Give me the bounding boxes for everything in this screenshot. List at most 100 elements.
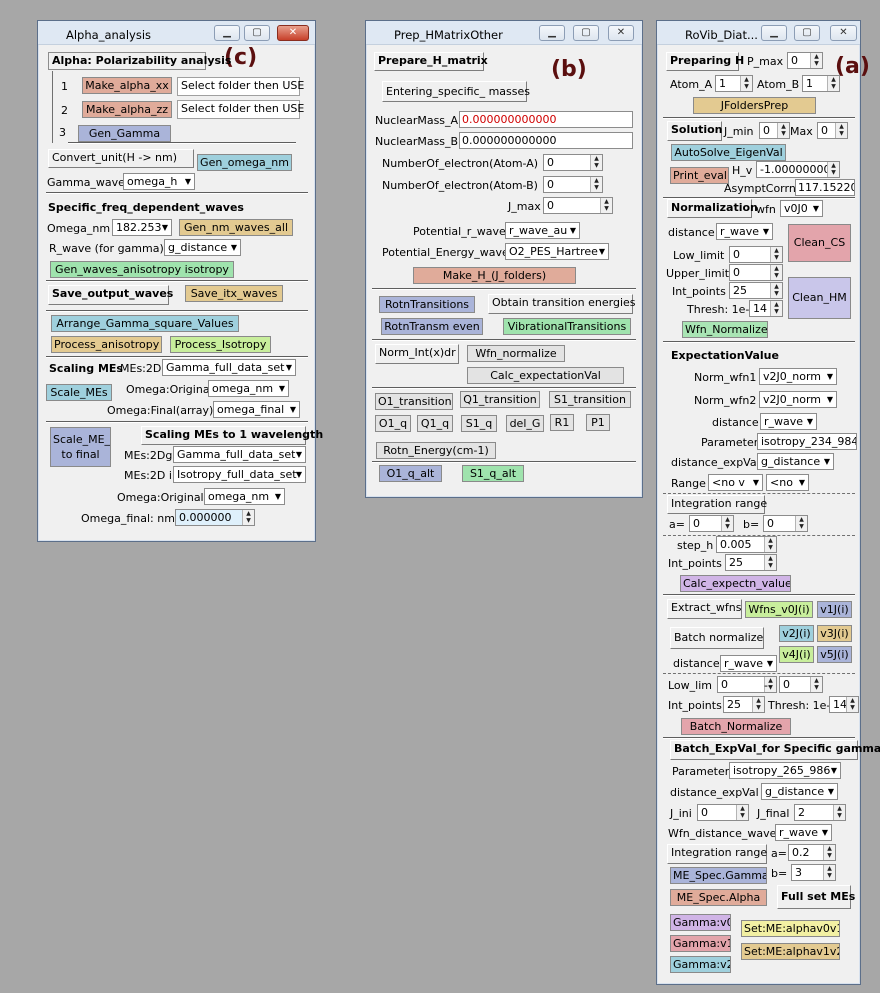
gamma-wave-select[interactable]: omega_h ▼	[123, 173, 195, 190]
spinner-arrows-icon[interactable]: ▲ ▼	[764, 537, 776, 552]
jfinal-input[interactable]: 2 ▲ ▼	[794, 804, 846, 821]
range-select-2[interactable]: <no ▼	[766, 474, 809, 491]
spinner-arrows-icon[interactable]: ▲ ▼	[770, 283, 782, 298]
process-isotropy-button[interactable]: Process_Isotropy	[170, 336, 271, 353]
spinner-arrows-icon[interactable]: ▲ ▼	[835, 123, 847, 138]
make-alpha-xx-button[interactable]: Make_alpha_xx	[82, 77, 172, 94]
omega-final-nm-input[interactable]: 0.000000 ▲ ▼	[175, 509, 255, 526]
maximize-icon[interactable]: ▢	[244, 25, 270, 41]
low-limit-input[interactable]: 0 ▲ ▼	[729, 246, 783, 263]
title-bar[interactable]: Alpha_analysis ▁ ▢ ✕	[38, 21, 315, 45]
step-h-input[interactable]: 0.005 ▲ ▼	[716, 536, 777, 553]
spinner-arrows-icon[interactable]: ▲ ▼	[721, 516, 733, 531]
thresh2-input[interactable]: 14 ▲ ▼	[829, 696, 859, 713]
spinner-arrows-icon[interactable]: ▲ ▼	[736, 805, 748, 820]
jfolders-prep-button[interactable]: JFoldersPrep	[693, 97, 816, 114]
clean-hm-button[interactable]: Clean_HM	[788, 277, 851, 319]
minimize-icon[interactable]: ▁	[761, 25, 787, 41]
low-lim-input-2[interactable]: 0 ▲ ▼	[779, 676, 823, 693]
gen-nm-waves-all-button[interactable]: Gen_nm_waves_all	[179, 219, 293, 236]
r1-button[interactable]: R1	[550, 414, 574, 431]
rotn-energy-button[interactable]: Rotn_Energy(cm-1)	[376, 442, 496, 459]
gamma-v0-button[interactable]: Gamma:v0	[670, 914, 731, 931]
spinner-arrows-icon[interactable]: ▲ ▼	[600, 198, 612, 213]
v2j-button[interactable]: v2J(i)	[779, 625, 814, 642]
make-alpha-zz-button[interactable]: Make_alpha_zz	[82, 101, 172, 118]
range-select-1[interactable]: <no v ▼	[708, 474, 763, 491]
thresh-input[interactable]: 14 ▲ ▼	[749, 300, 783, 317]
maximize-icon[interactable]: ▢	[794, 25, 820, 41]
spinner-arrows-icon[interactable]: ▲ ▼	[846, 697, 858, 712]
b-input[interactable]: 0 ▲ ▼	[763, 515, 808, 532]
del-g-button[interactable]: del_G	[506, 415, 544, 432]
int-points2-input[interactable]: 25 ▲ ▼	[725, 554, 777, 571]
clean-cs-button[interactable]: Clean_CS	[788, 224, 851, 262]
spinner-arrows-icon[interactable]: ▲ ▼	[823, 865, 835, 880]
me-spec-alpha-button[interactable]: ME_Spec.Alpha	[670, 889, 767, 906]
rotn-even-button[interactable]: RotnTransm even	[381, 318, 483, 335]
atom-b-input[interactable]: 1 ▲ ▼	[802, 75, 840, 92]
parameter2-select[interactable]: isotropy_265_986 ▼	[729, 762, 841, 779]
wfn-dist-select[interactable]: r_wave ▼	[775, 824, 832, 841]
select-folder-1[interactable]: Select folder then USE	[177, 77, 304, 96]
norm-wfn2-select[interactable]: v2J0_norm ▼	[759, 391, 837, 408]
pmax-input[interactable]: 0 ▲ ▼	[787, 52, 823, 69]
int-points-input[interactable]: 25 ▲ ▼	[729, 282, 783, 299]
close-icon[interactable]: ✕	[608, 25, 634, 41]
spinner-arrows-icon[interactable]: ▲ ▼	[242, 510, 254, 525]
arrange-gamma-button[interactable]: Arrange_Gamma_square_Values	[51, 315, 239, 332]
calc-expectation-button[interactable]: Calc_expectationVal	[467, 367, 624, 384]
mes2dg-select[interactable]: Gamma_full_data_set ▼	[173, 446, 306, 463]
o1q-button[interactable]: O1_q	[375, 415, 411, 432]
upper-limit-input[interactable]: 0 ▲ ▼	[729, 264, 783, 281]
mass-b-input[interactable]: 0.000000000000	[459, 132, 633, 149]
distance3-select[interactable]: r_wave ▼	[720, 655, 777, 672]
set-alpha-v1v2-button[interactable]: Set:ME:alphav1v2	[741, 943, 840, 960]
batch-normalize-button[interactable]: Batch_Normalize	[681, 718, 791, 735]
spinner-arrows-icon[interactable]: ▲ ▼	[827, 76, 839, 91]
nelec-a-input[interactable]: 0 ▲ ▼	[543, 154, 603, 171]
spinner-arrows-icon[interactable]: ▲ ▼	[827, 162, 839, 177]
spinner-arrows-icon[interactable]: ▲ ▼	[752, 697, 764, 712]
a2-input[interactable]: 0.2 ▲ ▼	[788, 844, 836, 861]
scale-me-to-final-button[interactable]: Scale_ME_ to final	[50, 427, 111, 467]
full-set-tab[interactable]: Full set MEs	[777, 885, 855, 909]
gen-waves-aniso-button[interactable]: Gen_waves_anisotropy isotropy	[50, 261, 234, 278]
jmin-input[interactable]: 0 ▲ ▼	[759, 122, 790, 139]
rotn-transitions-button[interactable]: RotnTransitions	[379, 296, 475, 313]
distance2-select[interactable]: r_wave ▼	[760, 413, 817, 430]
q1q-button[interactable]: Q1_q	[417, 415, 453, 432]
spinner-arrows-icon[interactable]: ▲ ▼	[740, 76, 752, 91]
v5j-button[interactable]: v5J(i)	[817, 646, 852, 663]
tab-o1-transition[interactable]: O1_transition	[375, 393, 453, 410]
minimize-icon[interactable]: ▁	[539, 25, 565, 41]
spinner-arrows-icon[interactable]: ▲ ▼	[810, 677, 822, 692]
vib-transitions-button[interactable]: VibrationalTransitions	[503, 318, 631, 335]
select-folder-2[interactable]: Select folder then USE	[177, 100, 304, 119]
maximize-icon[interactable]: ▢	[573, 25, 599, 41]
mass-a-input[interactable]: 0.000000000000	[459, 111, 633, 128]
close-icon[interactable]: ✕	[830, 25, 857, 41]
tab-alpha[interactable]: Alpha: Polarizability analysis	[48, 52, 231, 70]
spinner-arrows-icon[interactable]: ▲ ▼	[770, 265, 782, 280]
wfns-v0j-button[interactable]: Wfns_v0J(i)	[745, 601, 813, 618]
spinner-arrows-icon[interactable]: ▲ ▼	[764, 555, 776, 570]
mes2d-select[interactable]: Gamma_full_data_set ▼	[162, 359, 296, 376]
autosolve-button[interactable]: AutoSolve_EigenVal	[671, 144, 786, 161]
gamma-v1-button[interactable]: Gamma:v1	[670, 935, 731, 952]
v4j-button[interactable]: v4J(i)	[779, 646, 814, 663]
int-points3-input[interactable]: 25 ▲ ▼	[723, 696, 765, 713]
o1q-alt-button[interactable]: O1_q_alt	[379, 465, 442, 482]
set-alpha-v0v1-button[interactable]: Set:ME:alphav0v1	[741, 920, 840, 937]
tab-q1-transition[interactable]: Q1_transition	[460, 391, 540, 408]
asympt-input[interactable]: 117.152200	[795, 179, 855, 196]
title-bar[interactable]: Prep_HMatrixOther ▁ ▢ ✕	[366, 21, 642, 45]
spinner-arrows-icon[interactable]: ▲ ▼	[590, 155, 602, 170]
gen-omega-nm-button[interactable]: Gen_omega_nm	[197, 154, 292, 171]
tab-s1-transition[interactable]: S1_transition	[549, 391, 631, 408]
wfn-normalize-button[interactable]: Wfn_normalize	[467, 345, 565, 362]
scale-mes-button[interactable]: Scale_MEs	[46, 384, 112, 401]
make-h-button[interactable]: Make_H_(J_folders)	[413, 267, 576, 284]
gamma-v2-button[interactable]: Gamma:v2	[670, 956, 731, 973]
jmax-input[interactable]: 0 ▲ ▼	[543, 197, 613, 214]
